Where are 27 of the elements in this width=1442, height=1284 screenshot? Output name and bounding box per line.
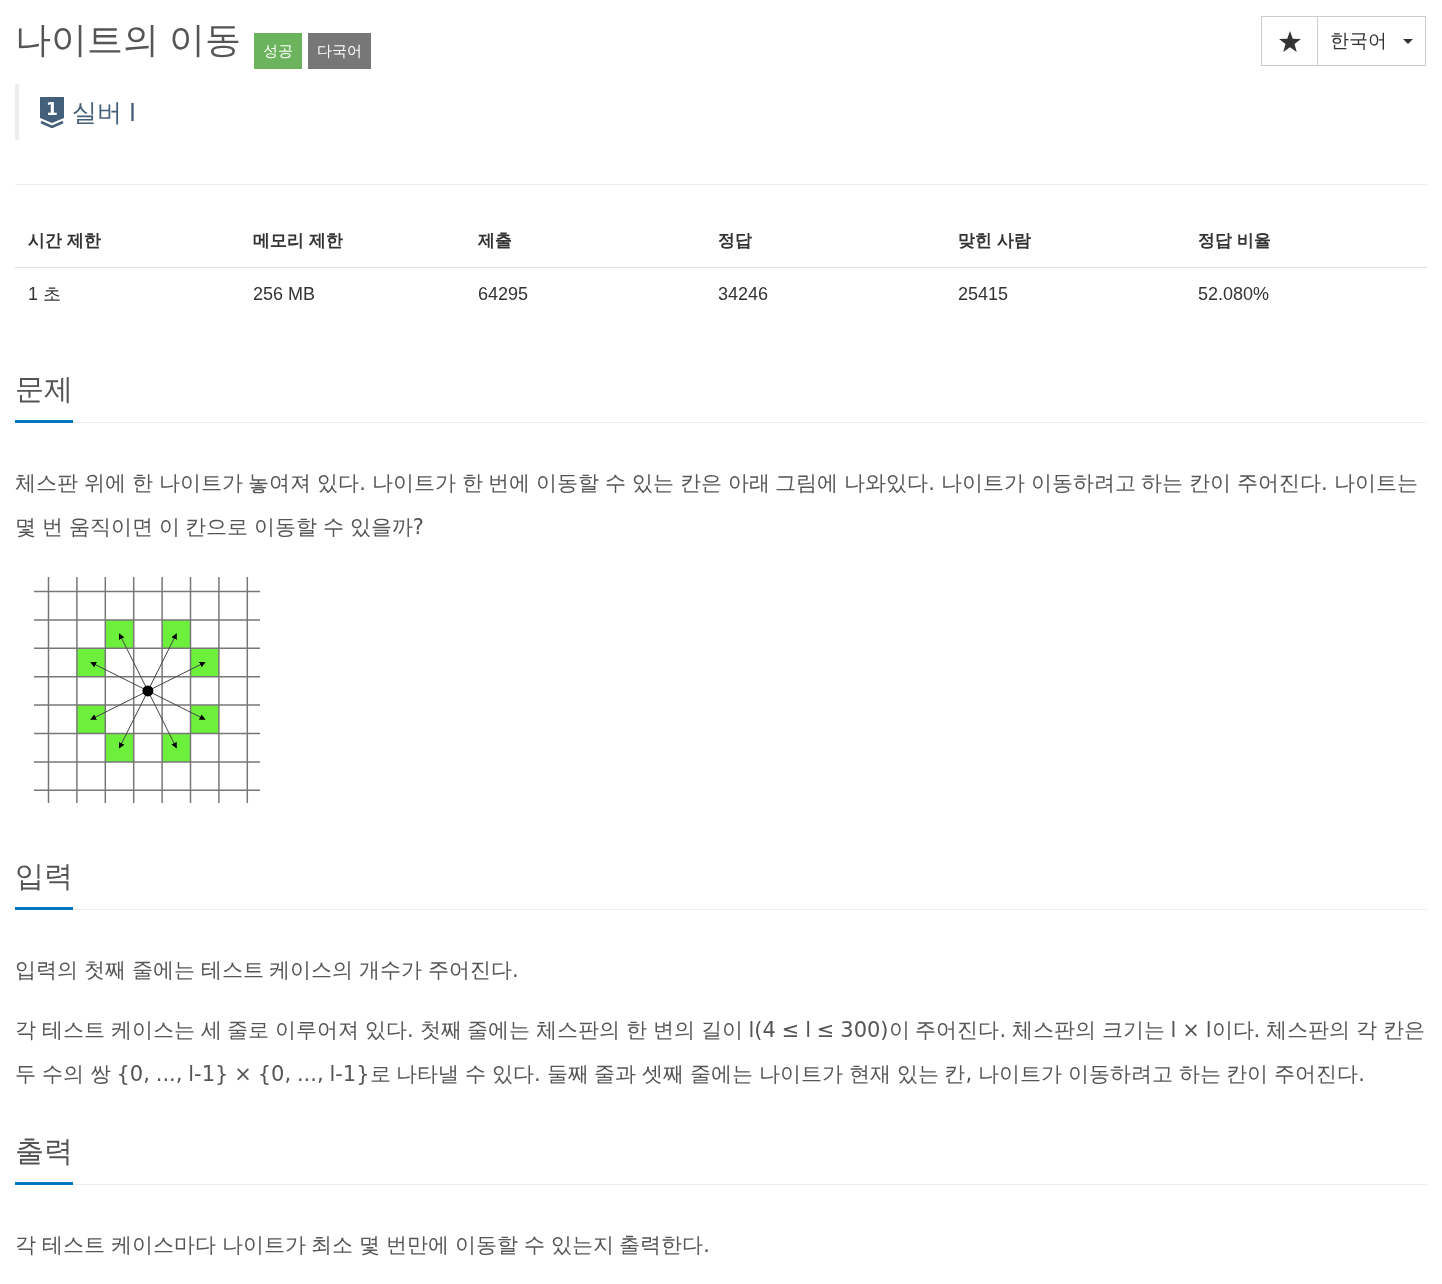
column-header: 제출: [477, 230, 513, 253]
description-text: 각 테스트 케이스는 세 줄로 이루어져 있다. 첫째 줄에는 체스판의 한 변의 길이 l(4 ≤ l ≤ 300)이 주어진다. 체스판의 크기는 l × l이다. 체스판의 각 칸은 두 수의 쌍 {0, ..., l-1} × {0, ..., l-1}로 나타낼 수 있다. 둘째 줄과 셋째 줄에는 나이트가 현재 있는 칸, 나이트가 이동하려고 하는 칸이 주어진다.: [15, 1017, 1426, 1088]
star-icon: [1278, 30, 1301, 52]
section-heading: 입력: [15, 859, 73, 910]
status-label: 다국어: [308, 33, 371, 69]
table-cell-text: 64295: [477, 283, 530, 306]
column-header: 정답: [717, 230, 753, 253]
caret-icon: [1403, 38, 1413, 44]
table-cell-text: 34246: [717, 283, 770, 306]
problem-title: 나이트의 이동: [15, 18, 241, 62]
star-button[interactable]: [1261, 16, 1318, 66]
description-text: 입력의 첫째 줄에는 테스트 케이스의 개수가 주어진다.: [15, 957, 520, 984]
table-cell-text: 256 MB: [252, 283, 317, 306]
table-cell-text: 52.080%: [1197, 283, 1271, 306]
column-header: 정답 비율: [1197, 230, 1272, 253]
description-text: 체스판 위에 한 나이트가 놓여져 있다. 나이트가 한 번에 이동할 수 있는 칸은 아래 그림에 나와있다. 나이트가 이동하려고 하는 칸이 주어진다. 나이트는 몇 번 움직이면 이 칸으로 이동할 수 있을까?: [15, 470, 1419, 541]
section-heading: 문제: [15, 372, 73, 423]
description-text: 각 테스트 케이스마다 나이트가 최소 몇 번만에 이동할 수 있는지 출력한다.: [15, 1232, 712, 1259]
tier-label: 실버 I: [72, 97, 136, 127]
table-cell-text: 1 초: [27, 283, 62, 306]
status-label: 성공: [254, 33, 302, 69]
language-dropdown[interactable]: 한국어: [1318, 16, 1426, 66]
column-header: 메모리 제한: [252, 230, 344, 253]
table-cell-text: 25415: [957, 283, 1010, 306]
column-header: 시간 제한: [27, 230, 102, 253]
column-header: 맞힌 사람: [957, 230, 1032, 253]
section-heading: 출력: [15, 1134, 73, 1185]
